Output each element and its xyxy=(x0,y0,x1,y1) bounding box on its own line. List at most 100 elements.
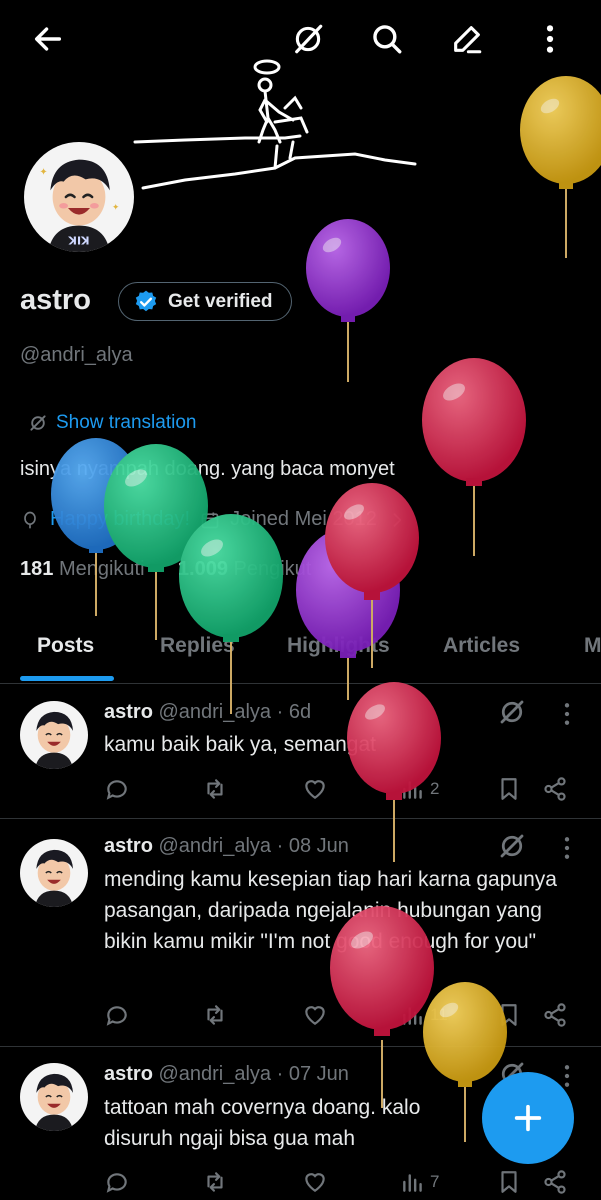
plus-icon xyxy=(514,1104,542,1132)
tab-more[interactable]: M xyxy=(584,634,601,658)
heart-icon xyxy=(305,1006,325,1025)
reply-icon xyxy=(106,1006,127,1026)
edit-profile-button[interactable] xyxy=(444,16,490,62)
post-author-name[interactable]: astro xyxy=(104,1063,153,1085)
get-verified-button[interactable]: Get verified xyxy=(118,282,292,321)
followers-label: Pengikut xyxy=(233,558,312,580)
like-button[interactable] xyxy=(302,775,328,803)
share-icon xyxy=(544,777,566,801)
reply-button[interactable] xyxy=(104,1168,130,1196)
birthday-text: Happy birthday! xyxy=(50,508,191,530)
tab-articles[interactable]: Articles xyxy=(443,634,520,658)
more-vertical-icon[interactable] xyxy=(558,835,576,861)
profile-avatar[interactable]: ꓘIꓘ ✦ ✦ xyxy=(21,139,137,255)
more-vertical-icon[interactable] xyxy=(558,701,576,727)
followers-count: 1.009 xyxy=(177,558,228,580)
profile-meta: Happy birthday! Joined Mei 2012 xyxy=(20,508,407,531)
post-author-name[interactable]: astro xyxy=(104,701,153,723)
followers-link[interactable]: 1.009 Pengikut xyxy=(178,558,311,580)
following-count: 181 xyxy=(20,558,54,580)
chevron-right-icon[interactable] xyxy=(387,510,407,530)
repost-icon xyxy=(207,779,223,799)
like-button[interactable] xyxy=(302,1168,328,1196)
svg-text:✦: ✦ xyxy=(112,202,119,212)
grok-icon[interactable] xyxy=(497,831,527,861)
post-author-name[interactable]: astro xyxy=(104,835,153,857)
reply-button[interactable] xyxy=(104,1001,130,1029)
post-text: mending kamu kesepian tiap hari karna ga… xyxy=(104,868,557,953)
views-count: 2 xyxy=(430,779,440,798)
grok-icon[interactable] xyxy=(497,697,527,727)
share-icon xyxy=(544,1003,566,1027)
bookmark-icon xyxy=(501,1171,517,1193)
reply-icon xyxy=(106,780,127,800)
post-header: astro @andri_alya · 08 Jun xyxy=(104,835,349,858)
svg-text:ꓘIꓘ: ꓘIꓘ xyxy=(67,234,89,247)
repost-button[interactable] xyxy=(202,1001,228,1029)
banner-doodle xyxy=(133,59,417,190)
profile-bio: isinya nyampah doang. yang baca monyet xyxy=(20,458,395,480)
post-header: astro @andri_alya · 6d xyxy=(104,701,311,724)
views-icon xyxy=(403,1174,422,1192)
views-button[interactable]: 2 xyxy=(400,775,439,803)
compose-button[interactable] xyxy=(482,1072,574,1164)
post-author-handle: @andri_alya · 6d xyxy=(158,701,312,723)
bookmark-icon xyxy=(501,1004,517,1026)
pencil-icon xyxy=(454,26,482,54)
post-header: astro @andri_alya · 07 Jun xyxy=(104,1063,349,1086)
repost-button[interactable] xyxy=(202,775,228,803)
show-translation-link[interactable]: Show translation xyxy=(28,412,196,434)
profile-handle: @andri_alya xyxy=(20,344,133,366)
back-button[interactable] xyxy=(25,16,71,62)
repost-icon xyxy=(207,1005,223,1025)
post-avatar[interactable] xyxy=(20,839,88,907)
bookmark-button[interactable] xyxy=(496,1001,522,1029)
like-button[interactable] xyxy=(302,1001,328,1029)
post-item[interactable]: astro @andri_alya · 08 Jun mending kamu … xyxy=(0,819,601,1047)
repost-button[interactable] xyxy=(202,1168,228,1196)
share-button[interactable] xyxy=(542,775,568,803)
svg-text:✦: ✦ xyxy=(39,167,47,178)
heart-icon xyxy=(305,1173,325,1192)
share-button[interactable] xyxy=(542,1001,568,1029)
views-button[interactable]: 11 xyxy=(400,1001,448,1029)
bookmark-button[interactable] xyxy=(496,775,522,803)
views-button[interactable]: 7 xyxy=(400,1168,439,1196)
avatar-image: ꓘIꓘ ✦ ✦ xyxy=(24,142,134,252)
post-text: tattoan mah covernya doang. kalo disuruh… xyxy=(104,1096,421,1150)
heart-icon xyxy=(305,780,325,799)
avatar-image xyxy=(20,839,88,907)
following-link[interactable]: 181 Mengikuti xyxy=(20,558,145,580)
profile-name: astro xyxy=(20,284,91,316)
avatar-image xyxy=(20,701,88,769)
active-tab-indicator xyxy=(20,676,114,681)
balloon-icon xyxy=(24,511,36,528)
post-author-handle: @andri_alya · 08 Jun xyxy=(158,835,349,857)
calendar-icon xyxy=(201,512,219,528)
joined-date: Joined Mei 2012 xyxy=(230,508,377,530)
share-icon xyxy=(544,1170,566,1194)
verified-badge-icon xyxy=(135,290,157,311)
post-avatar[interactable] xyxy=(20,1063,88,1131)
more-button[interactable] xyxy=(527,16,573,62)
post-actions: 7 xyxy=(104,1168,574,1196)
views-icon xyxy=(403,1007,422,1025)
follow-stats: 181 Mengikuti 1.009 Pengikut xyxy=(20,558,311,581)
post-avatar[interactable] xyxy=(20,701,88,769)
views-count: 11 xyxy=(430,1005,448,1024)
tab-highlights[interactable]: Highlights xyxy=(287,634,390,658)
arrow-left-icon xyxy=(34,27,62,51)
tab-posts[interactable]: Posts xyxy=(37,634,94,658)
post-item[interactable]: astro @andri_alya · 6d kamu baik baik ya… xyxy=(0,685,601,819)
tab-replies[interactable]: Replies xyxy=(160,634,235,658)
bookmark-button[interactable] xyxy=(496,1168,522,1196)
views-icon xyxy=(403,781,422,799)
views-count: 7 xyxy=(430,1172,440,1191)
show-translation-label: Show translation xyxy=(56,412,197,433)
post-actions: 11 xyxy=(104,1001,574,1029)
reply-button[interactable] xyxy=(104,775,130,803)
share-button[interactable] xyxy=(542,1168,568,1196)
profile-tabs: Posts Replies Highlights Articles M xyxy=(0,620,601,684)
reply-icon xyxy=(106,1173,127,1193)
grok-icon xyxy=(30,415,46,431)
